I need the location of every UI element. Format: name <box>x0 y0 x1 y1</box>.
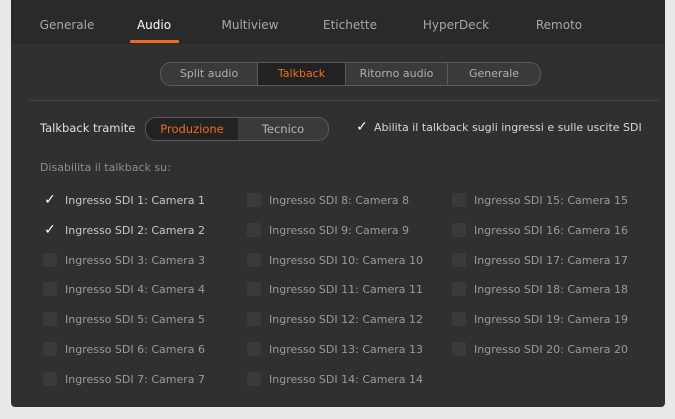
enable-talkback-checkbox[interactable]: ✓ <box>355 120 369 134</box>
checkbox[interactable] <box>247 193 261 207</box>
settings-panel: Generale Audio Multiview Etichette Hyper… <box>11 0 665 407</box>
checkbox[interactable] <box>452 342 466 356</box>
subtab-ritorno-audio[interactable]: Ritorno audio <box>346 63 447 85</box>
checkbox[interactable] <box>247 282 261 296</box>
checkbox[interactable] <box>43 342 57 356</box>
tab-etichette[interactable]: Etichette <box>323 18 377 32</box>
checkbox[interactable]: ✓ <box>43 223 57 237</box>
checkbox[interactable] <box>452 253 466 267</box>
talkback-via-label: Talkback tramite <box>40 121 136 135</box>
checkbox[interactable] <box>452 312 466 326</box>
talkback-option-tecnico[interactable]: Tecnico <box>238 118 328 140</box>
audio-subtab-group: Split audio Talkback Ritorno audio Gener… <box>160 62 541 86</box>
tab-generale[interactable]: Generale <box>40 18 95 32</box>
subtab-split-audio[interactable]: Split audio <box>161 63 257 85</box>
input-checkbox-label: Ingresso SDI 14: Camera 14 <box>269 373 423 386</box>
input-checkbox-label: Ingresso SDI 15: Camera 15 <box>474 194 628 207</box>
input-checkbox-label: Ingresso SDI 17: Camera 17 <box>474 254 628 267</box>
input-checkbox-label: Ingresso SDI 18: Camera 18 <box>474 283 628 296</box>
input-checkbox-label: Ingresso SDI 19: Camera 19 <box>474 313 628 326</box>
input-checkbox-label: Ingresso SDI 1: Camera 1 <box>65 194 205 207</box>
section-divider <box>29 100 659 101</box>
checkmark-icon: ✓ <box>356 119 368 135</box>
input-checkbox-label: Ingresso SDI 7: Camera 7 <box>65 373 205 386</box>
checkbox[interactable] <box>247 253 261 267</box>
disable-talkback-label: Disabilita il talkback su: <box>40 161 171 174</box>
input-checkbox-label: Ingresso SDI 6: Camera 6 <box>65 343 205 356</box>
input-checkbox-label: Ingresso SDI 20: Camera 20 <box>474 343 628 356</box>
tab-hyperdeck[interactable]: HyperDeck <box>423 18 489 32</box>
talkback-option-produzione[interactable]: Produzione <box>146 118 238 140</box>
input-checkbox-label: Ingresso SDI 12: Camera 12 <box>269 313 423 326</box>
tab-multiview[interactable]: Multiview <box>222 18 279 32</box>
subtab-generale[interactable]: Generale <box>448 63 540 85</box>
tab-bar: Generale Audio Multiview Etichette Hyper… <box>11 0 665 44</box>
input-checkbox-label: Ingresso SDI 11: Camera 11 <box>269 283 423 296</box>
input-checkbox-label: Ingresso SDI 3: Camera 3 <box>65 254 205 267</box>
input-checkbox-label: Ingresso SDI 4: Camera 4 <box>65 283 205 296</box>
input-checkbox-label: Ingresso SDI 16: Camera 16 <box>474 224 628 237</box>
subtab-talkback[interactable]: Talkback <box>258 63 345 85</box>
tab-remoto[interactable]: Remoto <box>536 18 582 32</box>
checkbox[interactable] <box>247 223 261 237</box>
active-tab-indicator <box>130 40 179 43</box>
input-checkbox-label: Ingresso SDI 8: Camera 8 <box>269 194 409 207</box>
tab-audio[interactable]: Audio <box>137 18 171 32</box>
talkback-source-toggle: Produzione Tecnico <box>145 117 329 141</box>
checkbox[interactable]: ✓ <box>43 193 57 207</box>
input-checkbox-label: Ingresso SDI 10: Camera 10 <box>269 254 423 267</box>
checkbox[interactable] <box>43 312 57 326</box>
checkmark-icon: ✓ <box>44 222 56 238</box>
input-checkbox-label: Ingresso SDI 5: Camera 5 <box>65 313 205 326</box>
checkbox[interactable] <box>247 372 261 386</box>
checkmark-icon: ✓ <box>44 192 56 208</box>
input-checkbox-label: Ingresso SDI 2: Camera 2 <box>65 224 205 237</box>
checkbox[interactable] <box>247 312 261 326</box>
input-checkbox-label: Ingresso SDI 9: Camera 9 <box>269 224 409 237</box>
checkbox[interactable] <box>43 372 57 386</box>
checkbox[interactable] <box>452 193 466 207</box>
checkbox[interactable] <box>452 282 466 296</box>
input-checkbox-label: Ingresso SDI 13: Camera 13 <box>269 343 423 356</box>
checkbox[interactable] <box>43 282 57 296</box>
checkbox[interactable] <box>43 253 57 267</box>
checkbox[interactable] <box>247 342 261 356</box>
checkbox[interactable] <box>452 223 466 237</box>
enable-talkback-label: Abilita il talkback sugli ingressi e sul… <box>374 121 642 134</box>
